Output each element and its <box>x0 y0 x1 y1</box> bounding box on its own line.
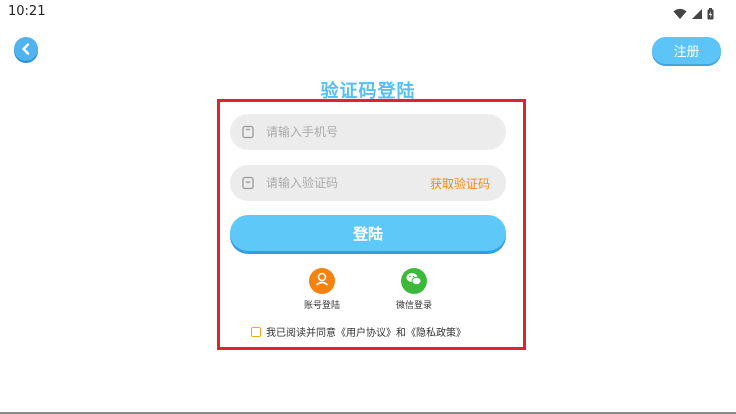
user-icon <box>314 271 330 291</box>
account-login-option[interactable]: 账号登陆 <box>292 268 352 311</box>
agreement: 我已阅读并同意《用户协议》和《隐私政策》 <box>251 324 466 339</box>
wechat-login-label: 微信登录 <box>395 301 432 311</box>
agreement-checkbox[interactable] <box>251 326 261 337</box>
status-time: 10:21 <box>8 4 46 19</box>
chevron-left-icon <box>21 40 31 59</box>
phone-input[interactable] <box>264 124 418 140</box>
signal-icon <box>691 5 703 24</box>
back-button[interactable] <box>14 37 38 61</box>
register-button[interactable]: 注册 <box>652 37 721 64</box>
wechat-login-circle[interactable] <box>401 268 427 294</box>
status-icons <box>673 5 714 24</box>
get-code-button[interactable]: 获取验证码 <box>430 175 490 192</box>
wifi-icon <box>673 5 687 24</box>
status-bar: 10:21 <box>0 0 736 24</box>
agreement-text[interactable]: 我已阅读并同意《用户协议》和《隐私政策》 <box>266 324 466 339</box>
login-button[interactable]: 登陆 <box>230 215 506 251</box>
phone-icon <box>240 124 256 140</box>
wechat-icon <box>405 271 423 291</box>
account-login-circle[interactable] <box>309 268 335 294</box>
account-login-label: 账号登陆 <box>303 301 340 311</box>
code-input[interactable] <box>264 175 418 191</box>
code-field[interactable]: 获取验证码 <box>230 165 506 201</box>
code-icon <box>240 175 256 191</box>
battery-icon <box>707 5 714 24</box>
phone-field[interactable] <box>230 114 506 150</box>
wechat-login-option[interactable]: 微信登录 <box>384 268 444 311</box>
